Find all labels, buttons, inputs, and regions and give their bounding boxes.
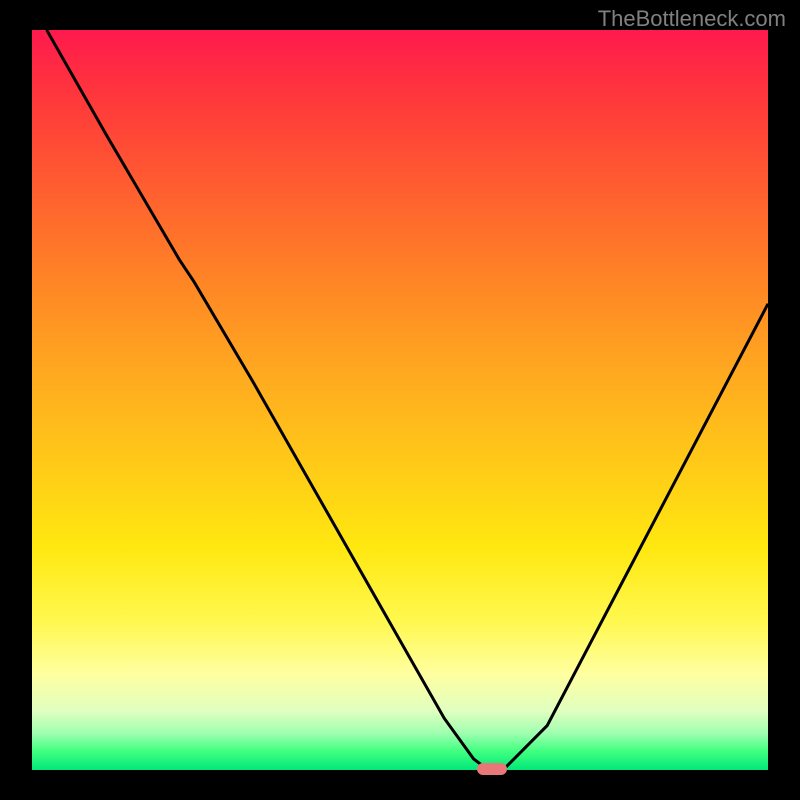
watermark-text: TheBottleneck.com xyxy=(598,6,786,32)
chart-container: TheBottleneck.com xyxy=(0,0,800,800)
plot-area xyxy=(32,30,768,770)
bottleneck-curve xyxy=(32,30,768,770)
optimal-point-marker xyxy=(477,763,506,775)
